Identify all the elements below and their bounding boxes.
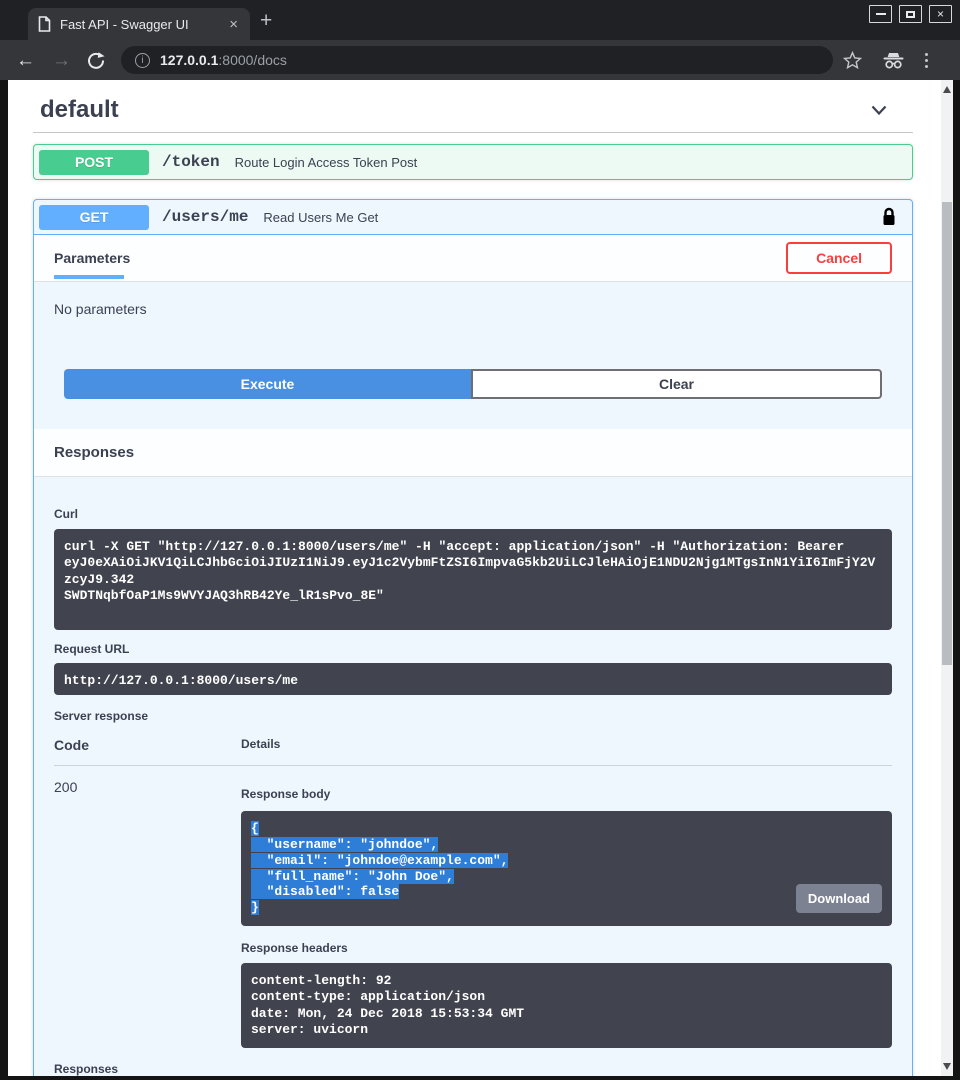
tab-parameters[interactable]: Parameters — [54, 250, 130, 266]
incognito-icon — [882, 52, 905, 69]
vertical-scrollbar[interactable] — [941, 80, 953, 1076]
execute-row: Execute Clear — [64, 369, 882, 399]
window-controls: × — [869, 5, 952, 23]
response-headers-label: Response headers — [241, 941, 892, 955]
op-path: /users/me — [162, 208, 248, 226]
address-bar[interactable]: i 127.0.0.1:8000/docs — [121, 46, 833, 74]
swagger-page: default POST /token Route Login Access T… — [8, 80, 941, 1076]
request-url-value: http://127.0.0.1:8000/users/me — [54, 663, 892, 695]
response-headers: content-length: 92 content-type: applica… — [241, 963, 892, 1048]
response-details: Response body { "username": "johndoe", "… — [241, 779, 892, 1048]
response-body[interactable]: { "username": "johndoe", "email": "johnd… — [241, 811, 892, 926]
scroll-up-icon[interactable] — [943, 86, 951, 93]
opblock-post-token[interactable]: POST /token Route Login Access Token Pos… — [33, 144, 913, 180]
tab-strip: Fast API - Swagger UI × + × — [0, 0, 960, 40]
op-path: /token — [162, 153, 220, 171]
download-button[interactable]: Download — [796, 884, 882, 913]
toolbar-actions — [843, 51, 932, 70]
response-body-label: Response body — [241, 787, 892, 801]
op-summary: Read Users Me Get — [263, 210, 378, 225]
op-summary: Route Login Access Token Post — [235, 155, 418, 170]
page-favicon-icon — [38, 16, 51, 32]
code-header: Code — [54, 737, 241, 753]
tab-active-underline — [54, 275, 124, 279]
scrollbar-thumb[interactable] — [942, 202, 952, 665]
back-icon[interactable]: ← — [16, 51, 35, 70]
bookmark-star-icon[interactable] — [843, 51, 862, 70]
curl-label: Curl — [54, 507, 892, 521]
server-response-table-header: Code Details — [54, 737, 892, 766]
responses-section-header: Responses — [34, 429, 912, 477]
tab-title: Fast API - Swagger UI — [60, 17, 227, 32]
server-response-row: 200 Response body { "username": "johndoe… — [54, 766, 892, 1048]
menu-icon[interactable] — [925, 53, 928, 68]
chevron-down-icon[interactable] — [869, 100, 889, 120]
site-info-icon[interactable]: i — [135, 53, 150, 68]
responses-title: Responses — [54, 444, 134, 461]
section-title: default — [40, 96, 869, 124]
minimize-button[interactable] — [869, 5, 892, 23]
url-host: 127.0.0.1 — [160, 52, 218, 68]
parameters-header: Parameters Cancel — [34, 235, 912, 282]
method-badge-post: POST — [39, 150, 149, 175]
status-code: 200 — [54, 779, 241, 1048]
new-tab-button[interactable]: + — [260, 10, 272, 31]
close-button[interactable]: × — [929, 5, 952, 23]
maximize-icon — [906, 11, 915, 18]
parameters-body: No parameters Execute Clear — [34, 282, 912, 429]
details-header: Details — [241, 737, 892, 753]
browser-toolbar: ← → i 127.0.0.1:8000/docs — [0, 40, 960, 80]
forward-icon[interactable]: → — [52, 51, 71, 70]
auth-lock-icon[interactable] — [881, 207, 897, 228]
cancel-button[interactable]: Cancel — [786, 242, 892, 274]
method-badge-get: GET — [39, 205, 149, 230]
responses-body: Curl curl -X GET "http://127.0.0.1:8000/… — [34, 477, 912, 1076]
request-url-label: Request URL — [54, 642, 892, 656]
reload-icon[interactable] — [87, 51, 105, 69]
url-path: :8000/docs — [218, 52, 287, 68]
default-section-header[interactable]: default — [33, 80, 913, 133]
documented-responses-title: Responses — [54, 1062, 892, 1076]
clear-button[interactable]: Clear — [471, 369, 882, 399]
tab-close-icon[interactable]: × — [227, 17, 240, 32]
browser-tab[interactable]: Fast API - Swagger UI × — [28, 8, 250, 40]
opblock-header[interactable]: GET /users/me Read Users Me Get — [34, 200, 912, 235]
maximize-button[interactable] — [899, 5, 922, 23]
response-body-wrap: { "username": "johndoe", "email": "johnd… — [241, 811, 892, 926]
execute-button[interactable]: Execute — [64, 369, 471, 399]
curl-command[interactable]: curl -X GET "http://127.0.0.1:8000/users… — [54, 529, 892, 630]
browser-window: Fast API - Swagger UI × + × ← → i 127.0.… — [0, 0, 960, 1080]
minimize-icon — [876, 13, 886, 15]
server-response-label: Server response — [54, 709, 892, 723]
opblock-get-users-me: GET /users/me Read Users Me Get Paramete… — [33, 199, 913, 1076]
scroll-down-icon[interactable] — [943, 1063, 951, 1070]
no-parameters-text: No parameters — [54, 301, 892, 317]
